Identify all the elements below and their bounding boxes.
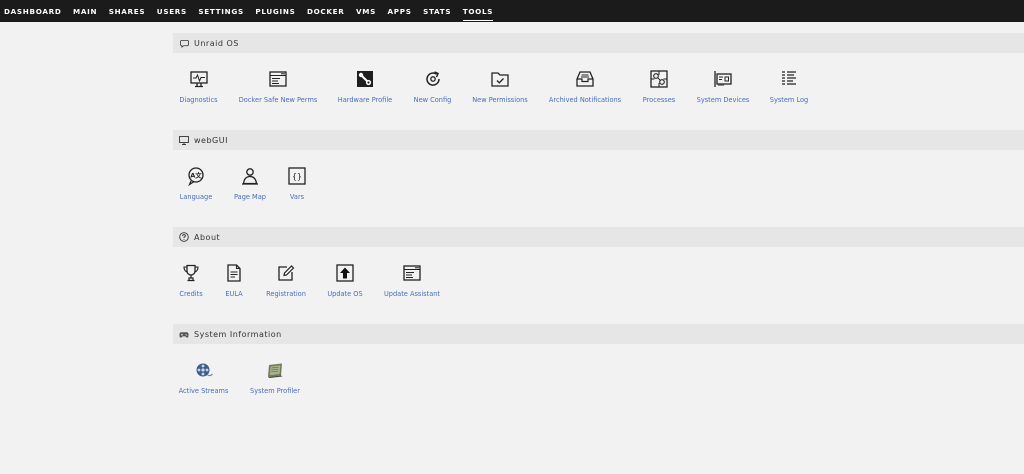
section-header-about: About [173, 227, 1024, 247]
nav-shares[interactable]: SHARES [109, 7, 146, 16]
window-terminal-icon [267, 68, 289, 90]
tool-registration[interactable]: Registration [262, 262, 310, 298]
tool-label: System Log [769, 96, 809, 104]
gamepad-icon [179, 329, 189, 339]
section-header-system-information: System Information [173, 324, 1024, 344]
tool-hardware-profile[interactable]: Hardware Profile [335, 68, 395, 104]
refresh-icon [422, 68, 444, 90]
tool-update-assistant[interactable]: Update Assistant [381, 262, 443, 298]
tool-label: Archived Notifications [548, 96, 622, 104]
section-title: webGUI [194, 135, 228, 145]
tool-docker-safe-new-perms[interactable]: Docker Safe New Perms [236, 68, 320, 104]
tool-processes[interactable]: Processes [638, 68, 680, 104]
tool-language[interactable]: A文 Language [176, 165, 216, 201]
nav-apps[interactable]: APPS [388, 7, 412, 16]
tool-label: EULA [225, 290, 243, 298]
tool-label: Active Streams [178, 387, 229, 395]
nav-docker[interactable]: DOCKER [307, 7, 345, 16]
tool-system-log[interactable]: System Log [766, 68, 812, 104]
nav-settings[interactable]: SETTINGS [198, 7, 243, 16]
tool-label: New Permissions [472, 96, 528, 104]
tool-label: Diagnostics [179, 96, 218, 104]
map-user-icon [239, 165, 261, 187]
processes-icon [648, 68, 670, 90]
language-bubble-icon: A文 [185, 165, 207, 187]
tool-label: Language [179, 193, 213, 201]
film-reel-icon [193, 359, 215, 381]
chat-bubble-icon [179, 38, 189, 48]
monitor-pulse-icon [188, 68, 210, 90]
tool-archived-notifications[interactable]: Archived Notifications [546, 68, 624, 104]
nav-tools[interactable]: TOOLS [462, 7, 494, 21]
tool-vars[interactable]: {} Vars [284, 165, 310, 201]
tool-label: System Devices [696, 96, 750, 104]
question-circle-icon [179, 232, 189, 242]
tool-label: Page Map [234, 193, 266, 201]
upload-arrow-icon [334, 262, 356, 284]
tool-system-profiler[interactable]: System Profiler [246, 359, 304, 395]
tool-label: New Config [413, 96, 452, 104]
nav-users[interactable]: USERS [157, 7, 187, 16]
tool-update-os[interactable]: Update OS [323, 262, 367, 298]
tool-label: Update Assistant [383, 290, 440, 298]
tool-new-config[interactable]: New Config [410, 68, 455, 104]
document-icon [223, 262, 245, 284]
wrench-icon [354, 68, 376, 90]
tool-system-devices[interactable]: System Devices [695, 68, 751, 104]
edit-icon [275, 262, 297, 284]
chip-icon [264, 359, 286, 381]
tool-label: Credits [179, 290, 203, 298]
top-navigation: DASHBOARD MAIN SHARES USERS SETTINGS PLU… [0, 0, 1024, 22]
list-lines-icon [778, 68, 800, 90]
tool-label: Update OS [327, 290, 363, 298]
tool-active-streams[interactable]: Active Streams [176, 359, 231, 395]
section-title: System Information [194, 329, 282, 339]
tool-eula[interactable]: EULA [220, 262, 248, 298]
tool-new-permissions[interactable]: New Permissions [470, 68, 530, 104]
monitor-icon [179, 135, 189, 145]
tool-diagnostics[interactable]: Diagnostics [176, 68, 221, 104]
inbox-tray-icon [574, 68, 596, 90]
tool-label: Hardware Profile [337, 96, 393, 104]
tool-label: Vars [289, 193, 305, 201]
nav-plugins[interactable]: PLUGINS [255, 7, 295, 16]
svg-text:{}: {} [292, 172, 302, 181]
tool-label: System Profiler [250, 387, 300, 395]
section-header-webgui: webGUI [173, 130, 1024, 150]
svg-text:A文: A文 [190, 171, 202, 180]
pci-card-icon [712, 68, 734, 90]
window-terminal-icon [401, 262, 423, 284]
tool-label: Docker Safe New Perms [238, 96, 318, 104]
tool-label: Processes [642, 96, 676, 104]
nav-dashboard[interactable]: DASHBOARD [4, 7, 61, 16]
code-braces-icon: {} [286, 165, 308, 187]
tool-credits[interactable]: Credits [176, 262, 206, 298]
nav-main[interactable]: MAIN [73, 7, 97, 16]
nav-stats[interactable]: STATS [423, 7, 451, 16]
section-title: Unraid OS [194, 38, 239, 48]
tool-label: Registration [266, 290, 306, 298]
trophy-icon [180, 262, 202, 284]
nav-vms[interactable]: VMS [356, 7, 376, 16]
folder-check-icon [489, 68, 511, 90]
section-title: About [194, 232, 221, 242]
section-header-unraid-os: Unraid OS [173, 33, 1024, 53]
tool-page-map[interactable]: Page Map [230, 165, 270, 201]
